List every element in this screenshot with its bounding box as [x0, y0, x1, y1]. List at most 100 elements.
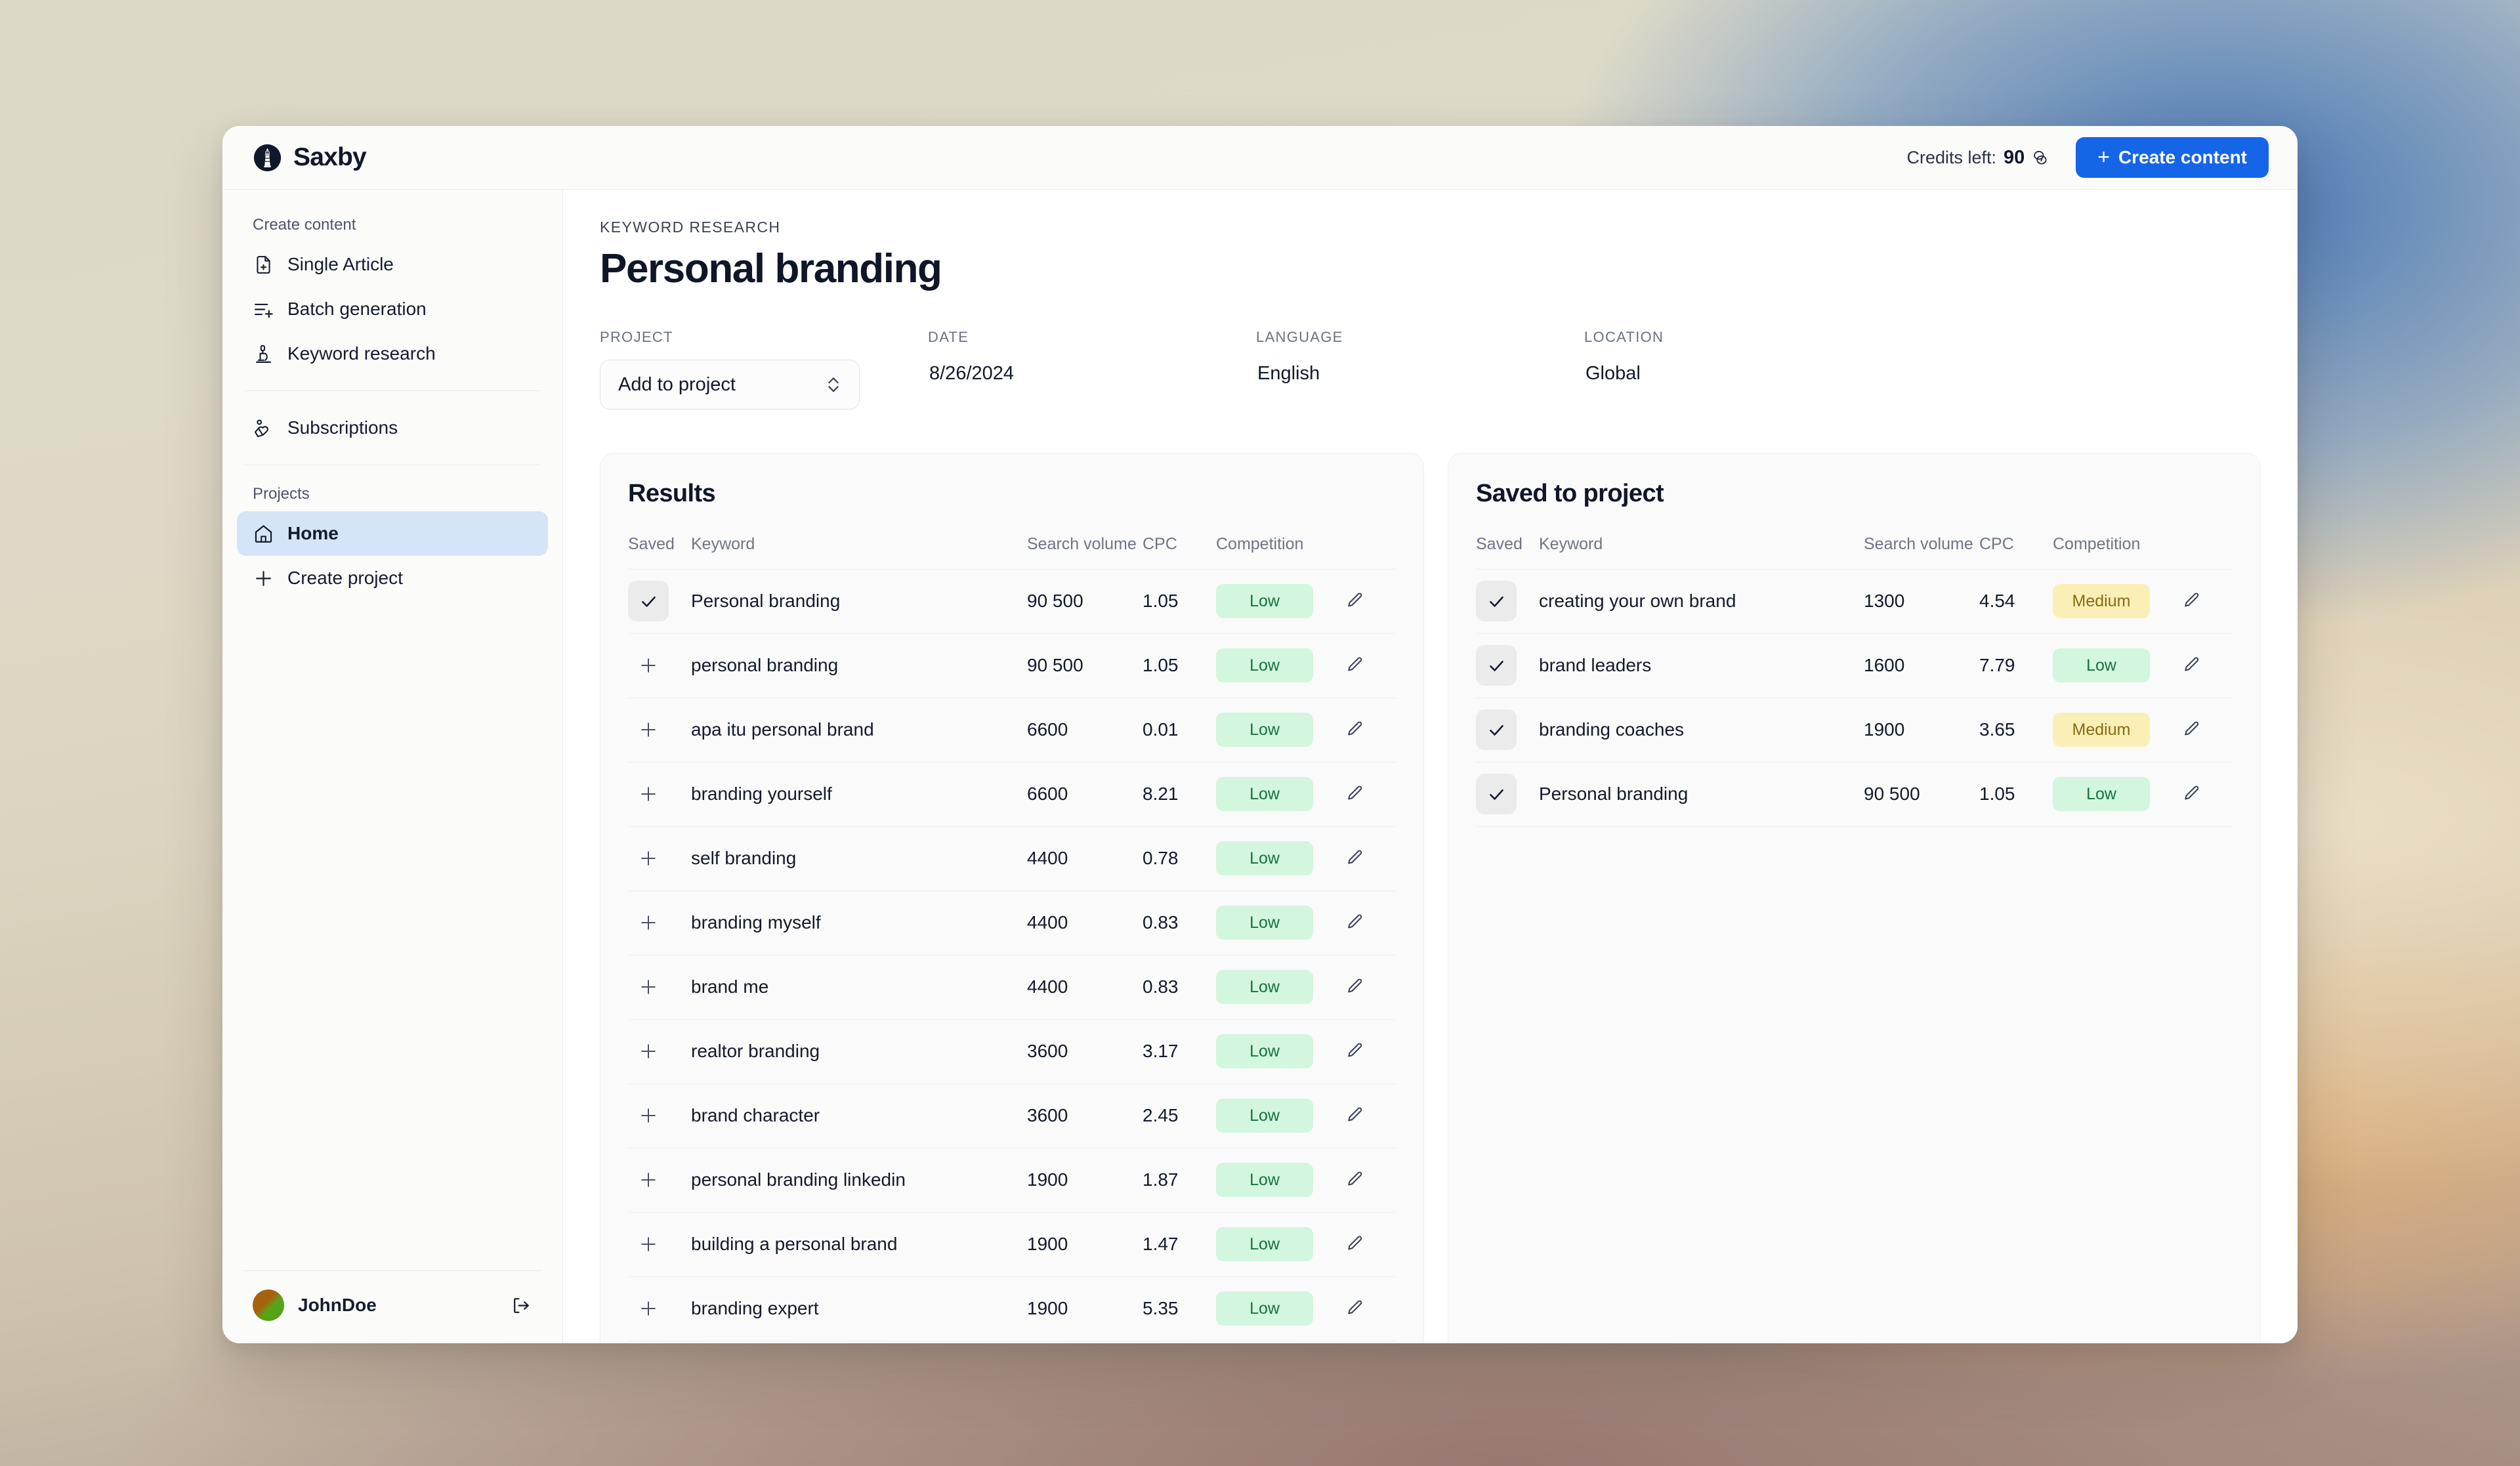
saved-toggle-off[interactable]: [628, 1224, 669, 1265]
cell-saved: [628, 569, 691, 633]
cell-saved: [628, 1019, 691, 1083]
results-header-row: Saved Keyword Search volume CPC Competit…: [628, 534, 1396, 569]
saved-toggle-off[interactable]: [628, 1160, 669, 1200]
edit-pencil-icon[interactable]: [1345, 656, 1364, 675]
col-header-keyword: Keyword: [691, 534, 1027, 569]
status-badge: Medium: [2053, 713, 2150, 747]
saved-tbody: creating your own brand13004.54Mediumbra…: [1476, 569, 2233, 826]
cell-search-volume: 1600: [1864, 633, 1979, 698]
saved-toggle-off[interactable]: [628, 902, 669, 943]
status-badge: Low: [1216, 713, 1313, 747]
main-content: KEYWORD RESEARCH Personal branding PROJE…: [563, 190, 2298, 1343]
edit-pencil-icon[interactable]: [1345, 591, 1364, 611]
cell-edit: [1345, 1083, 1396, 1148]
edit-pencil-icon[interactable]: [2181, 784, 2201, 804]
sidebar-section-create-content: Create content: [237, 190, 548, 242]
edit-pencil-icon[interactable]: [2181, 720, 2201, 740]
add-to-project-select[interactable]: Add to project: [600, 360, 860, 409]
plus-icon: [639, 1106, 658, 1125]
avatar: [253, 1289, 284, 1321]
cell-saved: [628, 698, 691, 762]
saved-toggle-on[interactable]: [1476, 581, 1517, 621]
sidebar-item-label: Subscriptions: [287, 417, 398, 438]
cell-keyword: branding coaches: [1539, 698, 1864, 762]
cell-competition: Low: [2053, 762, 2181, 826]
cell-keyword: brand leaders: [1539, 633, 1864, 698]
saved-toggle-on[interactable]: [1476, 645, 1517, 686]
cell-cpc: 8.21: [1143, 762, 1216, 826]
cell-keyword: self branding: [691, 826, 1027, 890]
edit-pencil-icon[interactable]: [1345, 1299, 1364, 1318]
saved-toggle-off[interactable]: [628, 1288, 669, 1329]
cell-cpc: 2.45: [1143, 1083, 1216, 1148]
cell-cpc: 0.78: [1143, 826, 1216, 890]
saved-toggle-off[interactable]: [628, 967, 669, 1007]
sidebar-item-create-project[interactable]: Create project: [237, 556, 548, 600]
status-badge: Low: [1216, 1099, 1313, 1133]
edit-pencil-icon[interactable]: [1345, 1234, 1364, 1254]
sidebar-item-label: Home: [287, 523, 339, 544]
edit-pencil-icon[interactable]: [2181, 656, 2201, 675]
edit-pencil-icon[interactable]: [1345, 720, 1364, 740]
cell-edit: [2181, 698, 2233, 762]
status-badge: Low: [1216, 584, 1313, 618]
saved-toggle-on[interactable]: [1476, 774, 1517, 814]
saved-toggle-on[interactable]: [1476, 709, 1517, 750]
meta-row: PROJECT Add to project DATE 8/26/2024 LA…: [600, 329, 2261, 409]
cell-competition: Low: [1216, 890, 1345, 955]
sidebar-item-subscriptions[interactable]: Subscriptions: [237, 406, 548, 450]
cell-edit: [1345, 890, 1396, 955]
cell-saved: [628, 1276, 691, 1341]
plus-icon: [253, 568, 274, 589]
edit-pencil-icon[interactable]: [1345, 848, 1364, 868]
edit-pencil-icon[interactable]: [1345, 784, 1364, 804]
edit-pencil-icon[interactable]: [1345, 1041, 1364, 1061]
meta-location: LOCATION Global: [1584, 329, 1912, 409]
edit-pencil-icon[interactable]: [1345, 1106, 1364, 1125]
edit-pencil-icon[interactable]: [1345, 1170, 1364, 1190]
table-row: Personal branding90 5001.05Low: [1476, 762, 2233, 826]
status-badge: Low: [2053, 777, 2150, 811]
cell-keyword: personal branding: [691, 633, 1027, 698]
sidebar-item-batch-generation[interactable]: Batch generation: [237, 287, 548, 331]
coins-icon: [2032, 149, 2049, 166]
cell-competition: Low: [1216, 698, 1345, 762]
plus-icon: [639, 1234, 658, 1254]
sidebar-item-keyword-research[interactable]: Keyword research: [237, 331, 548, 376]
cell-edit: [1345, 633, 1396, 698]
meta-value-location: Global: [1584, 363, 1912, 385]
edit-pencil-icon[interactable]: [1345, 977, 1364, 997]
edit-pencil-icon[interactable]: [2181, 591, 2201, 611]
cell-keyword: building a personal brand: [691, 1212, 1027, 1276]
saved-toggle-off[interactable]: [628, 1095, 669, 1136]
saved-toggle-off[interactable]: [628, 645, 669, 686]
sidebar-item-single-article[interactable]: Single Article: [237, 242, 548, 287]
saved-toggle-on[interactable]: [628, 581, 669, 621]
results-table: Saved Keyword Search volume CPC Competit…: [628, 534, 1396, 1341]
table-row: creating your own brand13004.54Medium: [1476, 569, 2233, 633]
cell-edit: [1345, 1019, 1396, 1083]
edit-pencil-icon[interactable]: [1345, 913, 1364, 932]
cell-saved: [628, 826, 691, 890]
cell-keyword: personal branding linkedin: [691, 1148, 1027, 1212]
create-content-button[interactable]: + Create content: [2076, 137, 2269, 178]
saved-thead: Saved Keyword Search volume CPC Competit…: [1476, 534, 2233, 569]
sidebar-item-home[interactable]: Home: [237, 511, 548, 556]
cell-cpc: 1.05: [1143, 569, 1216, 633]
cell-edit: [1345, 698, 1396, 762]
brand[interactable]: Saxby: [253, 143, 366, 173]
saved-toggle-off[interactable]: [628, 774, 669, 814]
user-row[interactable]: JohnDoe: [243, 1270, 541, 1343]
cell-search-volume: 4400: [1027, 826, 1143, 890]
saved-toggle-off[interactable]: [628, 1031, 669, 1072]
table-row: apa itu personal brand66000.01Low: [628, 698, 1396, 762]
meta-value-date: 8/26/2024: [928, 363, 1256, 385]
logout-icon[interactable]: [511, 1295, 532, 1316]
status-badge: Low: [1216, 1034, 1313, 1068]
saved-toggle-off[interactable]: [628, 838, 669, 879]
microscope-icon: [253, 343, 274, 365]
col-header-saved: Saved: [628, 534, 691, 569]
meta-label-language: LANGUAGE: [1256, 329, 1584, 346]
status-badge: Low: [1216, 1291, 1313, 1326]
saved-toggle-off[interactable]: [628, 709, 669, 750]
